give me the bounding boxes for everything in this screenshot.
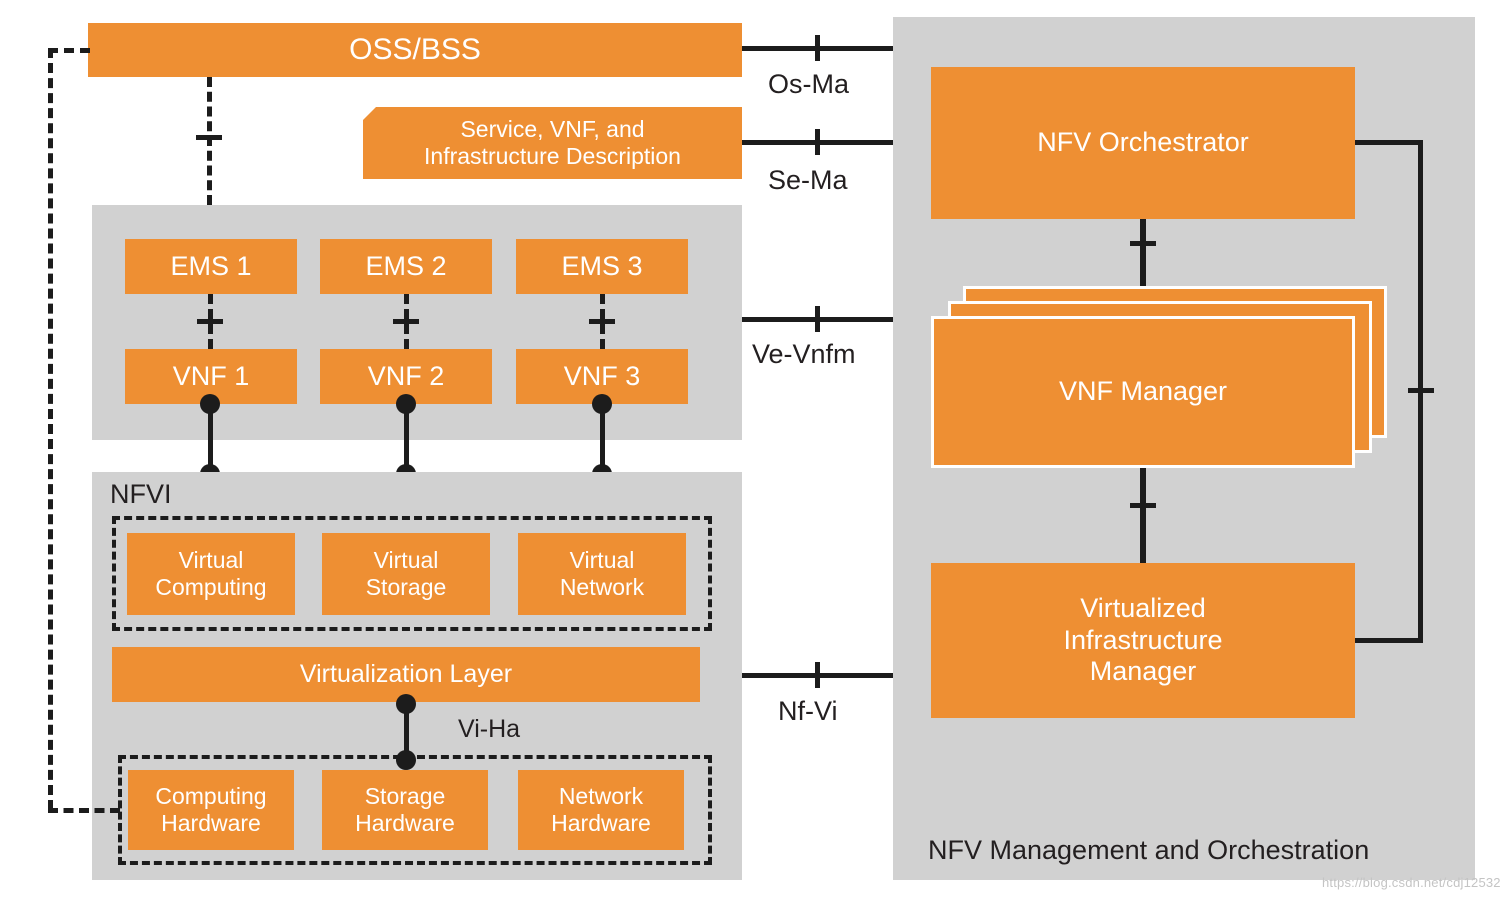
left-bracket-top-segment (48, 48, 90, 53)
oss-bss-label: OSS/BSS (349, 33, 481, 67)
nfvi-label: NFVI (110, 479, 172, 509)
ve-vnfm-tick (815, 306, 820, 332)
ems-label-3: EMS 3 (561, 250, 643, 281)
storage-hardware-line-1: Storage (364, 782, 446, 809)
computing-hardware-box: Computing Hardware (128, 770, 294, 850)
se-ma-tick (815, 129, 820, 155)
vnf-nfvi-dot-top-1 (200, 394, 220, 414)
vnf-manager-label: VNF Manager (1058, 376, 1228, 407)
watermark-text: https://blog.csdn.net/cdj12532 (1322, 875, 1500, 890)
oss-bss-box: OSS/BSS (88, 23, 742, 77)
mano-panel-title: NFV Management and Orchestration (928, 835, 1370, 865)
ems-vnf-tick-3 (589, 319, 615, 324)
oss-ems-connector (207, 77, 212, 205)
vi-ha-label: Vi-Ha (458, 715, 521, 743)
vnf-label-2: VNF 2 (367, 360, 445, 391)
oss-ems-tick (196, 135, 222, 140)
vnf-manager-box: VNF Manager (931, 316, 1355, 468)
network-hardware-line-1: Network (558, 782, 644, 809)
vim-line-3: Manager (1089, 656, 1197, 687)
nfv-orchestrator-box: NFV Orchestrator (931, 67, 1355, 219)
description-line-2: Infrastructure Description (424, 143, 681, 169)
virtual-network-box: Virtual Network (518, 533, 686, 615)
ems-box-3: EMS 3 (516, 239, 688, 294)
computing-hardware-line-2: Hardware (161, 810, 261, 836)
nf-vi-tick (815, 662, 820, 688)
vim-box: Virtualized Infrastructure Manager (931, 563, 1355, 718)
virtualization-layer-label: Virtualization Layer (299, 659, 513, 688)
vim-line-2: Infrastructure (1063, 624, 1223, 655)
right-bracket-top-segment (1355, 140, 1423, 145)
vi-ha-dot-top (396, 694, 416, 714)
storage-hardware-line-2: Hardware (355, 810, 455, 836)
virtual-network-line-2: Network (559, 574, 645, 600)
left-bracket-bottom-segment (48, 808, 120, 813)
ve-vnfm-label: Ve-Vnfm (752, 339, 856, 369)
description-line-1: Service, VNF, and (460, 115, 645, 142)
os-ma-tick (815, 35, 820, 61)
left-bracket-vertical-segment (48, 48, 53, 810)
ems-label-1: EMS 1 (170, 250, 252, 281)
computing-hardware-line-1: Computing (155, 782, 267, 809)
vnf-nfvi-dot-top-3 (592, 394, 612, 414)
storage-hardware-box: Storage Hardware (322, 770, 488, 850)
right-bracket-tick (1408, 388, 1434, 393)
vim-line-1: Virtualized (1080, 592, 1206, 623)
network-hardware-line-2: Hardware (551, 810, 651, 836)
orchestrator-vnfm-tick (1130, 241, 1156, 246)
virtual-computing-line-2: Computing (155, 574, 267, 600)
ems-vnf-tick-1 (197, 319, 223, 324)
ems-box-2: EMS 2 (320, 239, 492, 294)
vnfm-vim-connector (1140, 468, 1146, 565)
service-vnf-infrastructure-description-box: Service, VNF, and Infrastructure Descrip… (363, 107, 742, 179)
nfv-architecture-diagram: OSS/BSS Service, VNF, and Infrastructure… (0, 0, 1500, 900)
virtual-network-line-1: Virtual (569, 546, 635, 573)
orchestrator-vnfm-connector (1140, 219, 1146, 289)
se-ma-label: Se-Ma (768, 165, 848, 195)
virtual-computing-line-1: Virtual (178, 546, 244, 573)
os-ma-label: Os-Ma (768, 69, 849, 99)
vnfm-vim-tick (1130, 503, 1156, 508)
virtual-storage-box: Virtual Storage (322, 533, 490, 615)
network-hardware-box: Network Hardware (518, 770, 684, 850)
virtual-storage-line-1: Virtual (373, 546, 439, 573)
nf-vi-label: Nf-Vi (778, 696, 838, 726)
virtual-storage-line-2: Storage (365, 574, 447, 600)
vnf-label-1: VNF 1 (172, 360, 250, 391)
ems-box-1: EMS 1 (125, 239, 297, 294)
ems-vnf-tick-2 (393, 319, 419, 324)
right-bracket-bottom-segment (1355, 638, 1423, 643)
vnf-label-3: VNF 3 (563, 360, 641, 391)
vnf-nfvi-dot-top-2 (396, 394, 416, 414)
ems-label-2: EMS 2 (365, 250, 447, 281)
nfv-orchestrator-label: NFV Orchestrator (1037, 127, 1249, 158)
virtual-computing-box: Virtual Computing (127, 533, 295, 615)
